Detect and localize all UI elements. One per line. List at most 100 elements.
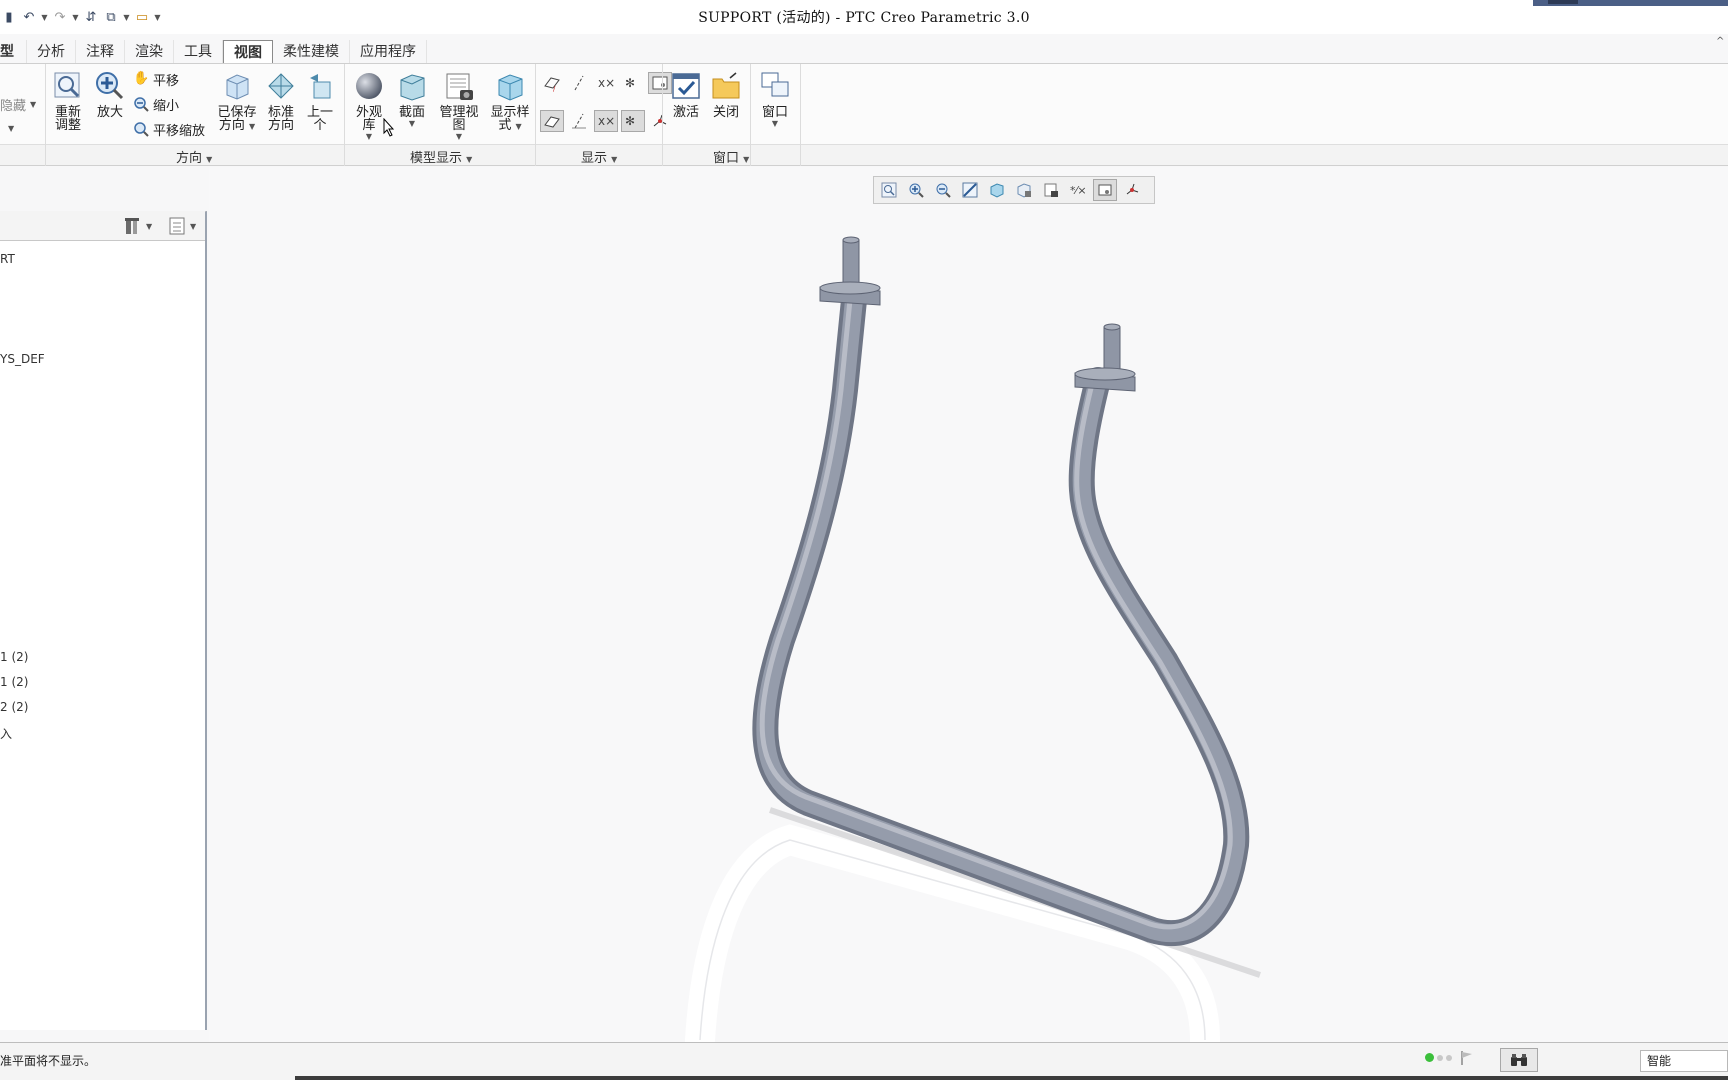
ribbon-group-labels <box>0 144 1728 166</box>
zoom-in-label: 放大 <box>96 105 123 120</box>
tree-settings-button[interactable]: ▼ <box>124 216 152 236</box>
group-label-orientation[interactable]: 方向 ▼ <box>176 147 212 166</box>
close-button[interactable]: 关闭 <box>708 70 744 119</box>
tab-view[interactable]: 视图 <box>223 40 273 64</box>
close-folder-icon <box>712 72 740 99</box>
pan-label: 平移 <box>153 73 180 89</box>
tree-item-root[interactable]: RT <box>0 252 15 266</box>
refit-button[interactable]: 重新 调整 <box>50 70 86 132</box>
status-message: 准平面将不显示。 <box>0 1054 97 1068</box>
left-pin <box>842 239 860 287</box>
show-group-text: 显示 <box>581 151 608 166</box>
tab-annotate[interactable]: 注释 <box>76 40 125 64</box>
axis-tag-display-icon[interactable] <box>567 110 591 132</box>
manage-views-dropdown-icon: ▼ <box>455 132 463 141</box>
tree-show-dropdown-icon: ▼ <box>190 221 197 231</box>
saved-orientations-button[interactable]: 已保存 方向 ▼ <box>216 70 258 133</box>
datum-axes-toggle-icon[interactable] <box>567 72 591 94</box>
tab-applications[interactable]: 应用程序 <box>350 40 427 64</box>
status-light-off <box>1437 1054 1443 1061</box>
regeneration-status-icon <box>1425 1053 1452 1062</box>
plane-tag-display-icon[interactable] <box>540 110 564 132</box>
display-style-dropdown-icon: ▼ <box>515 122 522 131</box>
datum-csys-toggle-icon[interactable]: ✻ <box>621 72 645 94</box>
group-label-window[interactable]: 窗口 ▼ <box>713 147 749 166</box>
tab-flexible-modeling[interactable]: 柔性建模 <box>273 40 350 64</box>
group-label-show[interactable]: 显示 ▼ <box>581 147 617 166</box>
ribbon-tabs: 型 分析 注释 渲染 工具 视图 柔性建模 应用程序 <box>0 40 427 64</box>
pan-zoom-button[interactable]: 平移缩放 <box>133 118 205 140</box>
flag-icon[interactable] <box>1460 1050 1474 1066</box>
zoom-in-button[interactable]: 放大 <box>92 70 128 119</box>
find-button[interactable] <box>1500 1048 1538 1072</box>
right-pin <box>1103 326 1121 372</box>
close-label: 关闭 <box>712 105 739 120</box>
tree-item-feature[interactable]: 2 (2) <box>0 700 28 714</box>
tree-item-insert[interactable]: 入 <box>0 725 12 742</box>
status-light-green <box>1425 1053 1434 1062</box>
previous-orientation-label-2: 个 <box>313 118 327 133</box>
orientation-group-dropdown-icon: ▼ <box>206 155 213 164</box>
window-title: SUPPORT (活动的) - PTC Creo Parametric 3.0 <box>698 10 1030 26</box>
zoom-out-button[interactable]: 缩小 <box>133 93 179 115</box>
tree-show-icon <box>169 217 185 235</box>
svg-text:x×: x× <box>598 114 615 128</box>
zoom-in-icon <box>96 72 124 100</box>
window-group-text: 窗口 <box>713 151 740 166</box>
pan-zoom-icon <box>134 122 149 137</box>
section-label: 截面 <box>398 105 425 120</box>
group-separator <box>45 64 46 166</box>
activate-button[interactable]: 激活 <box>668 70 704 119</box>
tree-settings-icon <box>125 218 139 234</box>
status-light-off <box>1446 1054 1452 1061</box>
show-row-2: x× ✻ <box>540 110 672 132</box>
pan-button[interactable]: ✋ 平移 <box>133 68 179 90</box>
right-pin-top <box>1103 323 1121 331</box>
tree-item-feature[interactable]: 1 (2) <box>0 650 28 664</box>
standard-orientation-label-2: 方向 <box>267 118 294 133</box>
previous-orientation-button[interactable]: 上一个 <box>302 70 338 132</box>
mouse-cursor-icon <box>383 118 395 137</box>
ribbon <box>0 64 1728 144</box>
tree-show-button[interactable]: ▼ <box>168 216 196 236</box>
hide-more-icon[interactable]: ▼ <box>8 124 14 133</box>
model-display-group-text: 模型显示 <box>410 151 463 166</box>
previous-orientation-icon <box>310 74 331 99</box>
point-tag-display-icon[interactable]: x× <box>594 110 618 132</box>
left-pin-top <box>842 236 860 244</box>
windows-dropdown-icon: ▼ <box>771 119 779 128</box>
group-separator <box>750 64 751 166</box>
appearance-dropdown-icon: ▼ <box>365 132 373 141</box>
tree-item-csys[interactable]: YS_DEF <box>0 352 45 366</box>
section-dropdown-icon: ▼ <box>408 119 416 128</box>
group-label-model-display[interactable]: 模型显示 ▼ <box>410 147 472 166</box>
model-display-group-dropdown-icon: ▼ <box>466 155 473 164</box>
pan-zoom-label: 平移缩放 <box>153 123 206 139</box>
support-model-3d[interactable] <box>209 167 1728 1042</box>
saved-orientations-label-2: 方向 <box>218 118 245 133</box>
group-separator <box>800 64 801 166</box>
display-style-button[interactable]: 显示样式 ▼ <box>490 70 530 133</box>
standard-orientation-button[interactable]: 标准 方向 <box>263 70 299 132</box>
svg-text:/: / <box>553 85 556 92</box>
tree-item-feature[interactable]: 1 (2) <box>0 675 28 689</box>
tab-render[interactable]: 渲染 <box>125 40 174 64</box>
windows-button[interactable]: 窗口 ▼ <box>757 70 793 128</box>
datum-points-toggle-icon[interactable]: x× <box>594 72 618 94</box>
group-separator <box>344 64 345 166</box>
window-group-dropdown-icon: ▼ <box>743 155 750 164</box>
selection-filter-dropdown[interactable]: 智能 <box>1640 1050 1728 1072</box>
manage-views-label: 管理视图 <box>439 105 479 133</box>
right-flange-top <box>1074 367 1136 381</box>
tab-model[interactable]: 型 <box>0 40 27 64</box>
csys-tag-display-icon[interactable]: ✻ <box>621 110 645 132</box>
minimize-ribbon-icon[interactable]: ^ <box>1716 36 1724 47</box>
manage-views-button[interactable]: 管理视图 ▼ <box>434 70 484 141</box>
hide-button[interactable]: 隐藏 ▼ <box>0 93 36 115</box>
tab-tools[interactable]: 工具 <box>174 40 223 64</box>
tab-analysis[interactable]: 分析 <box>27 40 76 64</box>
section-button[interactable]: 截面 ▼ <box>394 70 430 128</box>
display-style-icon <box>498 74 523 101</box>
show-group-dropdown-icon: ▼ <box>611 155 618 164</box>
datum-planes-toggle-icon[interactable]: / <box>540 72 564 94</box>
